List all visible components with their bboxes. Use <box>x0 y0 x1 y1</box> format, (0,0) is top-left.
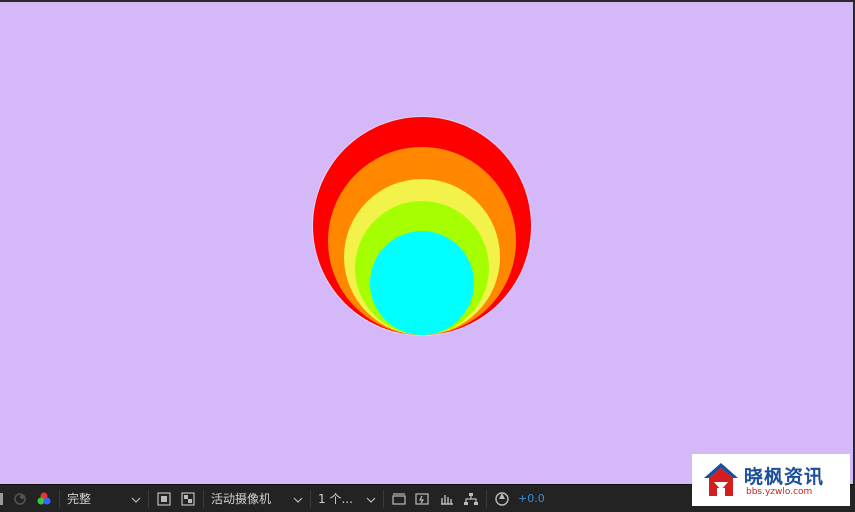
separator <box>59 489 60 508</box>
chevron-down-icon <box>293 492 303 506</box>
flowchart-icon[interactable] <box>461 489 481 509</box>
watermark-url: bbs.yzwlo.com <box>746 487 813 497</box>
separator <box>383 489 384 508</box>
panel-edge-icon <box>0 489 6 509</box>
views-value: 1 个... <box>318 492 353 506</box>
house-logo-icon <box>702 460 740 504</box>
transparency-grid-icon[interactable] <box>178 489 198 509</box>
viewer-top-border <box>0 0 855 2</box>
camera-dropdown[interactable]: 活动摄像机 <box>207 489 307 509</box>
exposure-value[interactable]: +0.0 <box>518 492 545 505</box>
resolution-dropdown[interactable]: 完整 <box>63 489 145 509</box>
chevron-down-icon <box>366 492 376 506</box>
toggle-pixel-aspect-icon[interactable] <box>389 489 409 509</box>
watermark-title: 晓枫资讯 <box>744 466 825 488</box>
fast-previews-icon[interactable] <box>413 489 433 509</box>
camera-value: 活动摄像机 <box>211 492 272 506</box>
channel-rgb-icon[interactable] <box>34 489 54 509</box>
views-dropdown[interactable]: 1 个... <box>314 489 380 509</box>
snapshot-icon[interactable] <box>10 489 30 509</box>
composition-viewer[interactable] <box>0 0 855 484</box>
circle-cyan <box>370 231 474 335</box>
separator <box>148 489 149 508</box>
reset-exposure-icon[interactable] <box>492 489 512 509</box>
separator <box>486 489 487 508</box>
chevron-down-icon <box>131 492 141 506</box>
separator <box>203 489 204 508</box>
timeline-icon[interactable] <box>437 489 457 509</box>
separator <box>310 489 311 508</box>
watermark: 晓枫资讯 bbs.yzwlo.com <box>692 454 850 506</box>
resolution-value: 完整 <box>67 492 92 506</box>
region-of-interest-icon[interactable] <box>154 489 174 509</box>
concentric-circles <box>0 0 855 484</box>
